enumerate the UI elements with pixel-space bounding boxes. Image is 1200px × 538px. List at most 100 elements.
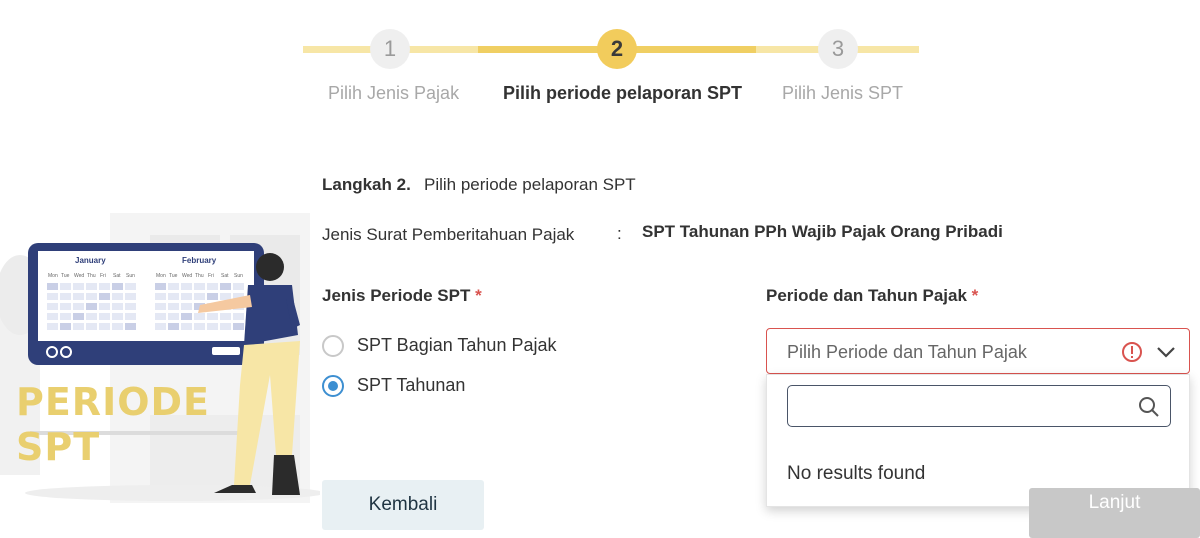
chevron-down-icon[interactable] bbox=[1155, 343, 1177, 361]
calendar-weekday: Tue bbox=[169, 273, 178, 279]
calendar-weekday: Mon bbox=[48, 273, 58, 279]
step-2-label: Pilih periode pelaporan SPT bbox=[503, 83, 743, 103]
calendar-day-cell bbox=[207, 323, 218, 330]
calendar-weekday: Thu bbox=[195, 273, 204, 279]
calendar-day-cell bbox=[86, 313, 97, 320]
calendar-day-cell bbox=[99, 323, 110, 330]
no-results-text: No results found bbox=[787, 463, 926, 484]
calendar-day-cell bbox=[220, 313, 231, 320]
calendar-day-cell bbox=[168, 303, 179, 310]
jenis-periode-label: Jenis Periode SPT * bbox=[322, 286, 482, 306]
periode-spt-illustration: January February Mon Tue Wed Thu Fri Sat Sun Mo… bbox=[0, 195, 320, 525]
calendar-day-cell bbox=[99, 313, 110, 320]
calendar-weekday: Sat bbox=[113, 273, 121, 279]
calendar-day-cell bbox=[194, 313, 205, 320]
calendar-person-illustration: January February Mon Tue Wed Thu Fri Sat Sun Mo… bbox=[0, 213, 320, 503]
dropdown-search-input[interactable] bbox=[787, 385, 1171, 427]
calendar-day-cell bbox=[220, 323, 231, 330]
illustration-title-line-1: PERIODE bbox=[16, 380, 211, 424]
calendar-weekday: Mon bbox=[156, 273, 166, 279]
jenis-spt-value: SPT Tahunan PPh Wajib Pajak Orang Pribad… bbox=[642, 222, 1003, 241]
calendar-month-2: February bbox=[182, 256, 217, 265]
radio-spt-tahunan[interactable] bbox=[322, 375, 344, 397]
next-button[interactable]: Lanjut bbox=[1029, 488, 1200, 538]
calendar-day-cell bbox=[112, 323, 123, 330]
step-description: Pilih periode pelaporan SPT bbox=[424, 175, 636, 194]
step-1-label: Pilih Jenis Pajak bbox=[328, 83, 460, 103]
step-1-circle: 1 bbox=[370, 29, 410, 69]
jenis-periode-label-text: Jenis Periode SPT bbox=[322, 286, 471, 305]
calendar-day-cell bbox=[125, 313, 136, 320]
calendar-day-cell bbox=[47, 323, 58, 330]
calendar-day-cell bbox=[60, 303, 71, 310]
calendar-day-cell bbox=[155, 323, 166, 330]
calendar-day-cell bbox=[73, 323, 84, 330]
calendar-month-1: January bbox=[75, 256, 106, 265]
calendar-day-cell bbox=[194, 283, 205, 290]
calendar-day-cell bbox=[220, 283, 231, 290]
calendar-day-cell bbox=[181, 323, 192, 330]
calendar-day-cell bbox=[73, 313, 84, 320]
calendar-day-cell bbox=[73, 293, 84, 300]
calendar-day-cell bbox=[181, 313, 192, 320]
calendar-day-cell bbox=[220, 293, 231, 300]
calendar-day-cell bbox=[207, 283, 218, 290]
calendar-day-cell bbox=[73, 303, 84, 310]
progress-stepper: 1 2 3 Pilih Jenis Pajak Pilih periode pe… bbox=[0, 0, 1200, 120]
select-placeholder: Pilih Periode dan Tahun Pajak bbox=[787, 342, 1027, 362]
required-mark: * bbox=[475, 286, 482, 305]
calendar-day-cell bbox=[86, 283, 97, 290]
radio-spt-bagian-tahun[interactable] bbox=[322, 335, 344, 357]
calendar-day-cell bbox=[194, 323, 205, 330]
calendar-day-cell bbox=[86, 323, 97, 330]
error-icon bbox=[1122, 342, 1142, 362]
calendar-day-cell bbox=[181, 293, 192, 300]
radio-label-spt-bagian-tahun[interactable]: SPT Bagian Tahun Pajak bbox=[357, 335, 556, 356]
calendar-day-cell bbox=[207, 293, 218, 300]
calendar-day-cell bbox=[155, 303, 166, 310]
calendar-day-cell bbox=[99, 303, 110, 310]
calendar-day-cell bbox=[233, 283, 244, 290]
calendar-day-cell bbox=[73, 283, 84, 290]
calendar-day-cell bbox=[155, 283, 166, 290]
periode-tahun-label: Periode dan Tahun Pajak * bbox=[766, 286, 978, 306]
calendar-day-cell bbox=[155, 313, 166, 320]
step-title: Langkah 2. bbox=[322, 175, 411, 194]
calendar-day-cell bbox=[168, 283, 179, 290]
calendar-day-cell bbox=[125, 323, 136, 330]
calendar-day-cell bbox=[60, 283, 71, 290]
calendar-day-cell bbox=[99, 283, 110, 290]
calendar-day-cell bbox=[233, 313, 244, 320]
periode-tahun-label-text: Periode dan Tahun Pajak bbox=[766, 286, 967, 305]
calendar-day-cell bbox=[60, 323, 71, 330]
calendar-day-cell bbox=[86, 293, 97, 300]
calendar-day-cell bbox=[47, 303, 58, 310]
field-separator: : bbox=[617, 224, 622, 243]
calendar-day-cell bbox=[47, 293, 58, 300]
calendar-day-cell bbox=[168, 313, 179, 320]
calendar-day-cell bbox=[60, 293, 71, 300]
jenis-spt-label: Jenis Surat Pemberitahuan Pajak bbox=[322, 225, 575, 244]
calendar-day-cell bbox=[125, 283, 136, 290]
back-button[interactable]: Kembali bbox=[322, 480, 484, 530]
calendar-day-cell bbox=[99, 293, 110, 300]
calendar-day-cell bbox=[181, 283, 192, 290]
calendar-day-cell bbox=[47, 283, 58, 290]
calendar-weekday: Wed bbox=[74, 273, 84, 279]
calendar-weekday: Fri bbox=[208, 273, 214, 279]
calendar-day-cell bbox=[47, 313, 58, 320]
radio-label-spt-tahunan[interactable]: SPT Tahunan bbox=[357, 375, 465, 396]
calendar-day-cell bbox=[112, 303, 123, 310]
periode-tahun-select[interactable]: Pilih Periode dan Tahun Pajak bbox=[766, 328, 1190, 374]
step-2-circle: 2 bbox=[597, 29, 637, 69]
step-3-label: Pilih Jenis SPT bbox=[782, 83, 904, 103]
calendar-day-cell bbox=[168, 293, 179, 300]
calendar-day-cell bbox=[194, 293, 205, 300]
calendar-day-cell bbox=[168, 323, 179, 330]
calendar-day-cell bbox=[125, 303, 136, 310]
calendar-day-cell bbox=[233, 323, 244, 330]
calendar-day-cell bbox=[112, 283, 123, 290]
calendar-day-cell bbox=[207, 313, 218, 320]
required-mark: * bbox=[971, 286, 979, 305]
calendar-day-cell bbox=[60, 313, 71, 320]
